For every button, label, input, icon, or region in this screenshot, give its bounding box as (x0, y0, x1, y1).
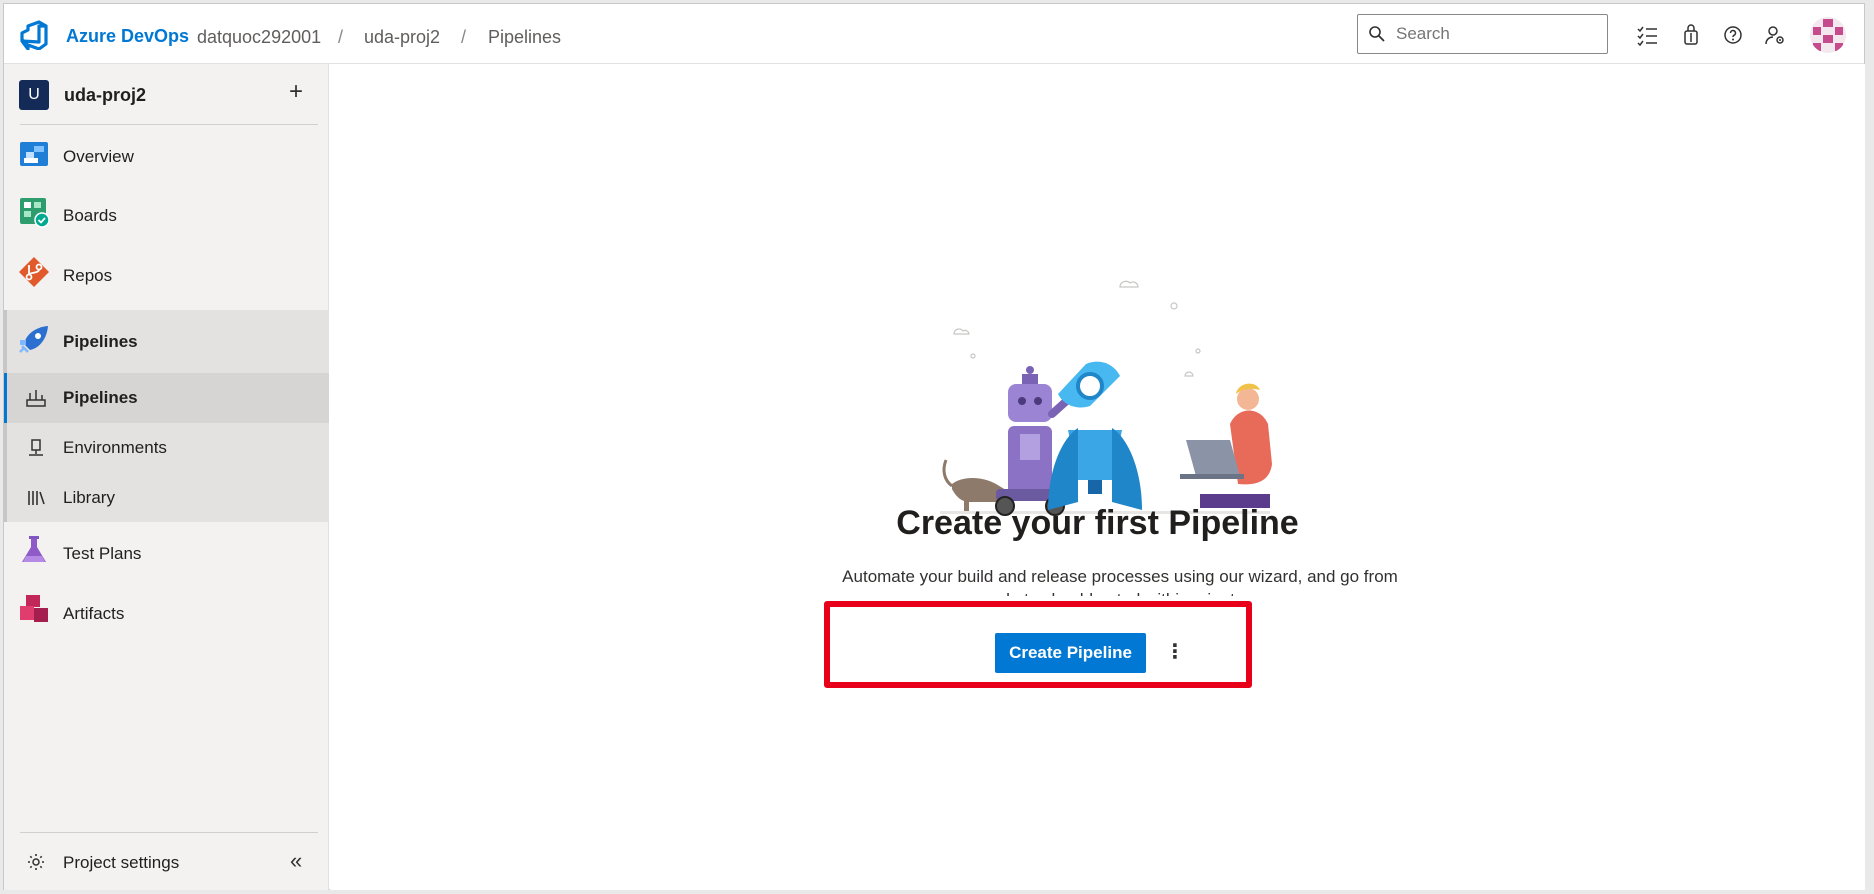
top-header: Azure DevOps datquoc292001 / uda-proj2 /… (4, 4, 1864, 64)
breadcrumb-separator: / (338, 27, 344, 47)
divider (20, 124, 318, 125)
breadcrumb-org[interactable]: datquoc292001 (197, 27, 321, 48)
boards-icon (20, 198, 50, 228)
search-icon (1369, 26, 1385, 42)
sidebar-item-label: Pipelines (63, 388, 138, 407)
search-box[interactable] (1357, 14, 1608, 54)
pipelines-icon (19, 326, 48, 353)
add-icon[interactable]: + (289, 78, 303, 106)
sidebar-item-label: Pipelines (63, 332, 138, 351)
project-badge: U (19, 80, 49, 110)
pipelines-sub-icon (26, 390, 46, 407)
sidebar-item-label: Overview (63, 147, 134, 166)
sidebar-item-pipelines[interactable]: Pipelines (4, 310, 329, 370)
project-name[interactable]: uda-proj2 (64, 85, 146, 106)
breadcrumb-project[interactable]: uda-proj2 (364, 27, 440, 48)
description-line-2: code to cloud-hosted within minutes. (810, 588, 1430, 596)
help-icon[interactable] (1722, 24, 1744, 46)
gear-icon (28, 854, 44, 870)
left-sidebar: U uda-proj2 + Overview Boards Repos Pipe… (4, 64, 329, 890)
shopping-bag-icon[interactable] (1680, 24, 1702, 46)
sidebar-item-label: Environments (63, 438, 167, 457)
avatar[interactable] (1810, 17, 1846, 53)
page-title: Create your first Pipeline (896, 504, 1299, 542)
project-header: U uda-proj2 + (4, 64, 329, 124)
sidebar-item-test-plans[interactable]: Test Plans (4, 522, 329, 582)
overview-icon (20, 142, 48, 166)
pipeline-illustration (940, 280, 1272, 516)
breadcrumb-separator: / (461, 27, 467, 47)
breadcrumb-page[interactable]: Pipelines (488, 27, 561, 48)
divider (20, 832, 318, 833)
brand-link[interactable]: Azure DevOps (66, 26, 189, 47)
test-plans-icon (22, 536, 46, 562)
sidebar-item-label: Library (63, 488, 115, 507)
artifacts-icon (20, 595, 48, 622)
sidebar-item-label: Test Plans (63, 544, 142, 563)
azure-devops-logo-icon[interactable] (20, 20, 50, 50)
sidebar-item-artifacts[interactable]: Artifacts (4, 582, 329, 642)
library-icon (28, 491, 45, 505)
sidebar-item-repos[interactable]: Repos (4, 244, 329, 304)
user-settings-icon[interactable] (1764, 24, 1786, 46)
main-content: Create your first Pipeline Automate your… (330, 64, 1865, 890)
create-pipeline-button[interactable]: Create Pipeline (995, 633, 1146, 673)
sidebar-subitem-environments[interactable]: Environments (4, 423, 329, 473)
repos-icon (19, 257, 49, 287)
sidebar-item-boards[interactable]: Boards (4, 184, 329, 244)
sidebar-item-label: Repos (63, 266, 113, 285)
task-list-icon[interactable] (1636, 24, 1658, 46)
browser-window: Azure DevOps datquoc292001 / uda-proj2 /… (3, 3, 1865, 890)
search-input[interactable] (1396, 21, 1596, 47)
environments-icon (29, 439, 43, 456)
project-settings-label: Project settings (63, 853, 180, 872)
collapse-sidebar-icon[interactable]: « (290, 848, 302, 874)
sidebar-item-label: Artifacts (63, 604, 125, 623)
sidebar-item-label: Boards (63, 206, 117, 225)
sidebar-subitem-pipelines[interactable]: Pipelines (4, 373, 329, 423)
sidebar-item-overview[interactable]: Overview (4, 126, 329, 184)
sidebar-subitem-library[interactable]: Library (4, 473, 329, 522)
more-options-icon[interactable]: ⋮ (1160, 638, 1190, 668)
project-settings[interactable]: Project settings « (4, 834, 329, 890)
